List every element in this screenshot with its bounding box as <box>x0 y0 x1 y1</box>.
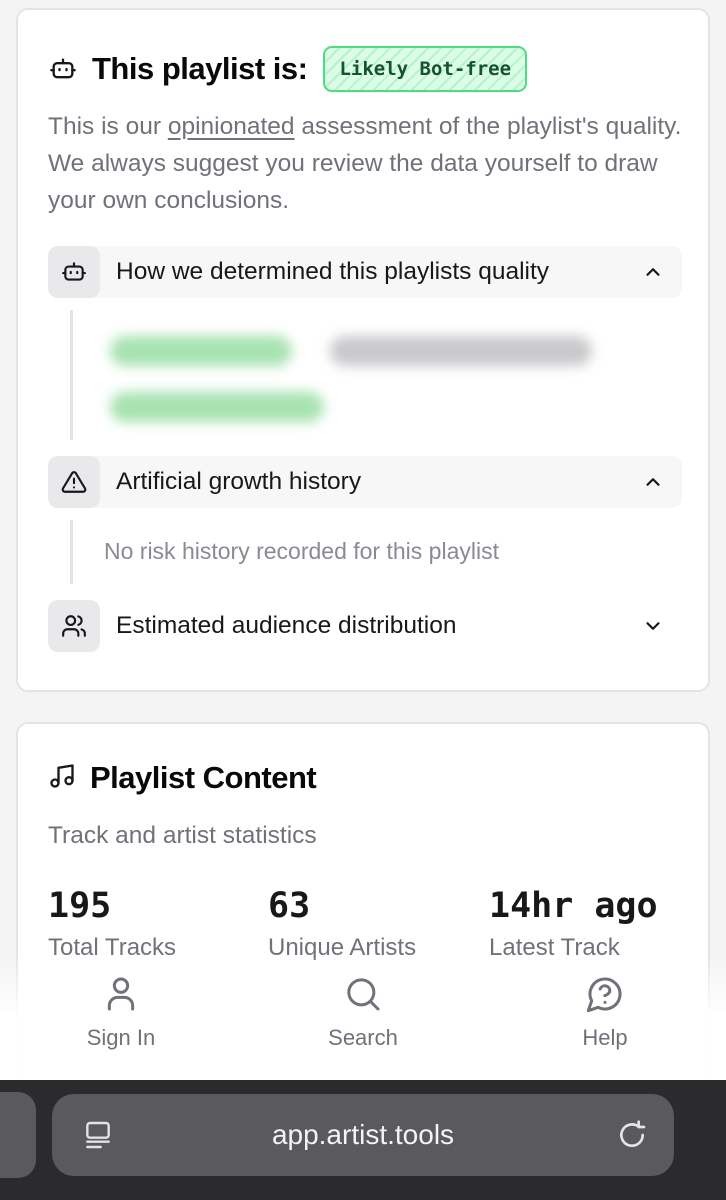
warning-icon <box>48 456 100 508</box>
quality-method-section-header[interactable]: How we determined this playlists quality <box>48 246 682 298</box>
robot-icon <box>48 246 100 298</box>
bot-free-badge: Likely Bot-free <box>323 46 528 92</box>
no-risk-text: No risk history recorded for this playli… <box>104 538 499 564</box>
stat-latest-track: 14hr ago Latest Track <box>489 886 658 962</box>
stat-value: 195 <box>48 886 112 926</box>
quality-title-row: This playlist is: Likely Bot-free <box>48 46 528 92</box>
section-label: Artificial growth history <box>116 468 362 495</box>
nav-search[interactable]: Search <box>273 974 453 1051</box>
bottom-nav: Sign In Search Help <box>0 977 726 1080</box>
chevron-down-icon <box>638 611 668 641</box>
reload-icon[interactable] <box>616 1118 648 1157</box>
stat-value: 14hr ago <box>489 886 658 926</box>
previous-tab-stub[interactable] <box>0 1092 36 1178</box>
browser-toolbar: app.artist.tools <box>0 1080 726 1200</box>
nav-label: Help <box>582 1025 628 1050</box>
content-subtitle: Track and artist statistics <box>48 822 317 849</box>
search-icon <box>343 974 383 1019</box>
robot-icon <box>48 54 78 84</box>
section-divider-line <box>70 520 73 584</box>
opinionated-link[interactable]: opinionated <box>168 113 295 140</box>
nav-label: Search <box>328 1025 398 1050</box>
quality-title: This playlist is: <box>92 51 308 86</box>
address-bar[interactable]: app.artist.tools <box>52 1094 674 1176</box>
section-label: Estimated audience distribution <box>116 612 457 639</box>
nav-help[interactable]: Help <box>515 974 695 1051</box>
audience-distribution-section-header[interactable]: Estimated audience distribution <box>48 600 682 652</box>
quality-description: This is our opinionated assessment of th… <box>48 113 682 214</box>
nav-sign-in[interactable]: Sign In <box>31 974 211 1051</box>
music-note-icon <box>48 762 76 795</box>
nav-label: Sign In <box>86 1025 156 1050</box>
help-chat-icon <box>585 974 625 1019</box>
blurred-tag <box>110 392 324 422</box>
users-icon <box>48 600 100 652</box>
stat-total-tracks: 195 Total Tracks <box>48 886 176 962</box>
growth-history-section-header[interactable]: Artificial growth history <box>48 456 682 508</box>
chevron-up-icon <box>638 257 668 287</box>
chevron-up-icon <box>638 467 668 497</box>
stat-value: 63 <box>268 886 311 926</box>
blurred-tag <box>110 336 292 366</box>
quality-card: This playlist is: Likely Bot-free This i… <box>16 8 710 692</box>
user-icon <box>101 974 141 1019</box>
section-divider-line <box>70 310 73 440</box>
url-text: app.artist.tools <box>271 1119 455 1150</box>
section-label: How we determined this playlists quality <box>116 258 550 285</box>
stat-unique-artists: 63 Unique Artists <box>268 886 416 962</box>
blurred-tag <box>330 336 592 366</box>
content-title: Playlist Content <box>90 760 317 795</box>
content-title-row: Playlist Content <box>48 760 317 796</box>
